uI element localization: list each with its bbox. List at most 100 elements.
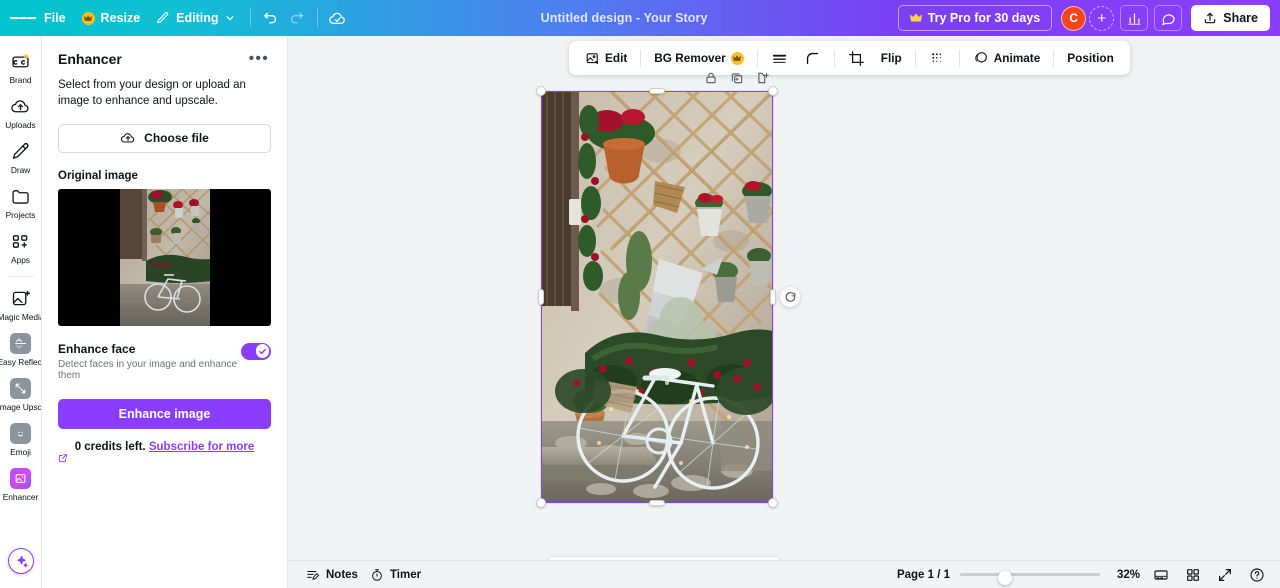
share-label: Share [1223, 11, 1258, 25]
grid-view-icon[interactable] [1182, 564, 1204, 586]
file-menu-button[interactable]: File [36, 6, 74, 30]
fullscreen-icon[interactable] [1214, 564, 1236, 586]
sidebar-item-draw[interactable]: Draw [0, 134, 41, 179]
timer-label: Timer [389, 568, 422, 581]
line-style-icon[interactable] [764, 45, 795, 71]
resize-handle-bottom-right[interactable] [768, 498, 778, 508]
timer-button[interactable]: Timer [364, 565, 427, 585]
add-page-icon[interactable] [753, 69, 773, 87]
presentation-view-icon[interactable] [1150, 564, 1172, 586]
corner-radius-icon[interactable] [797, 45, 828, 71]
left-rail: Brand Uploads Draw Projects Apps agic Me… [0, 36, 42, 588]
canvas-stage[interactable]: Edit BG Remover Flip Animate Position [288, 36, 1280, 588]
edit-button[interactable]: Edit [578, 45, 634, 71]
page-indicator: Page 1 / 1 [896, 568, 950, 581]
resize-handle-top-left[interactable] [536, 86, 546, 96]
emoji-icon [9, 421, 33, 445]
notes-label: Notes [326, 568, 358, 581]
sidebar-item-easy-reflections[interactable]: Easy Reflec... [0, 326, 42, 371]
help-icon[interactable] [1246, 564, 1268, 586]
sidebar-item-emoji[interactable]: Emoji [0, 416, 41, 461]
easy-reflections-icon [9, 331, 33, 355]
lock-icon[interactable] [701, 69, 721, 87]
enhance-face-toggle[interactable] [241, 342, 271, 360]
enhance-image-button[interactable]: Enhance image [58, 398, 271, 429]
sidebar-item-uploads[interactable]: Uploads [0, 89, 41, 134]
sidebar-item-label: Magic Media [0, 312, 41, 322]
footer-right-controls: Page 1 / 1 32% [897, 564, 1268, 586]
sidebar-item-label: Image Upsc... [0, 402, 42, 412]
bg-remover-button[interactable]: BG Remover [647, 45, 750, 71]
animate-button[interactable]: Animate [966, 45, 1048, 71]
panel-description: Select from your design or upload an ima… [58, 79, 246, 108]
enhance-face-title: Enhance face [58, 341, 136, 356]
notes-button[interactable]: Notes [300, 565, 364, 585]
undo-icon[interactable] [258, 6, 284, 30]
resize-handle-right[interactable] [770, 289, 776, 305]
sidebar-item-projects[interactable]: Projects [0, 179, 41, 224]
flip-button[interactable]: Flip [874, 45, 909, 71]
resize-handle-bottom[interactable] [649, 500, 665, 506]
sidebar-item-brand[interactable]: Brand [0, 44, 41, 89]
sidebar-item-label: Easy Reflec... [0, 357, 42, 367]
enhancer-panel: Enhancer ••• Select from your design or … [42, 36, 288, 588]
sidebar-item-label: Uploads [5, 120, 36, 130]
position-button[interactable]: Position [1060, 45, 1121, 71]
zoom-slider-thumb[interactable] [997, 571, 1012, 585]
canvas-image[interactable] [541, 91, 773, 503]
enhance-face-row: Enhance face Detect faces in your image … [58, 342, 271, 381]
element-toolbar: Edit BG Remover Flip Animate Position [569, 41, 1130, 75]
choose-file-button[interactable]: Choose file [58, 123, 271, 153]
editing-mode-button[interactable]: Editing [148, 6, 242, 30]
resize-handle-left[interactable] [538, 289, 544, 305]
hamburger-icon[interactable] [10, 6, 37, 30]
image-upscaler-icon [9, 376, 33, 400]
bar-chart-icon[interactable] [1120, 5, 1149, 31]
avatar[interactable]: C [1061, 5, 1087, 31]
crown-icon [730, 51, 744, 65]
cloud-saved-icon[interactable] [325, 6, 351, 30]
brand-icon [9, 49, 33, 73]
original-image-thumbnail[interactable] [58, 188, 271, 326]
transparency-icon[interactable] [922, 45, 953, 71]
subscribe-link[interactable]: Subscribe for more [149, 441, 254, 453]
crown-icon [909, 13, 922, 23]
resize-handle-bottom-left[interactable] [536, 498, 546, 508]
sidebar-item-image-upscaler[interactable]: Image Upsc... [0, 371, 42, 416]
bottom-footer: Notes Timer Page 1 / 1 32% [288, 560, 1280, 588]
external-link-icon[interactable] [58, 453, 271, 463]
panel-more-icon[interactable]: ••• [247, 50, 271, 68]
resize-handle-top-right[interactable] [768, 86, 778, 96]
sidebar-item-apps[interactable]: Apps [0, 224, 41, 269]
animate-icon [973, 50, 989, 66]
add-collaborator-button[interactable]: + [1089, 5, 1115, 31]
duplicate-icon[interactable] [727, 69, 747, 87]
share-button[interactable]: Share [1191, 5, 1270, 31]
crown-icon [81, 11, 95, 25]
enhance-face-texts: Enhance face Detect faces in your image … [58, 342, 241, 381]
magic-sparkle-icon[interactable] [8, 548, 34, 574]
zoom-level[interactable]: 32% [1110, 569, 1140, 581]
resize-handle-top[interactable] [649, 88, 665, 94]
zoom-slider[interactable] [960, 568, 1100, 585]
try-pro-label: Try Pro for 30 days [927, 11, 1041, 25]
redo-icon[interactable] [284, 6, 310, 30]
crop-icon[interactable] [841, 45, 872, 71]
try-pro-button[interactable]: Try Pro for 30 days [897, 5, 1053, 31]
document-title[interactable]: Untitled design - Your Story [351, 11, 898, 25]
sidebar-item-enhancer[interactable]: Enhancer [0, 461, 41, 506]
sidebar-item-magic-media[interactable]: Magic Media [0, 281, 41, 326]
rotate-handle-icon[interactable] [780, 287, 800, 307]
flip-label: Flip [880, 51, 902, 65]
enhance-face-description: Detect faces in your image and enhance t… [58, 358, 237, 381]
canvas-top-icons [701, 69, 773, 87]
resize-button[interactable]: Resize [74, 6, 149, 30]
notes-icon [306, 568, 320, 582]
comment-icon[interactable] [1154, 5, 1183, 31]
bg-remover-label: BG Remover [654, 51, 726, 65]
original-image-label: Original image [58, 169, 138, 182]
page-canvas[interactable] [541, 91, 773, 503]
toolbar-divider-6 [1053, 49, 1055, 67]
credits-text: 0 credits left. [74, 440, 146, 453]
toolbar-divider-5 [958, 49, 960, 67]
